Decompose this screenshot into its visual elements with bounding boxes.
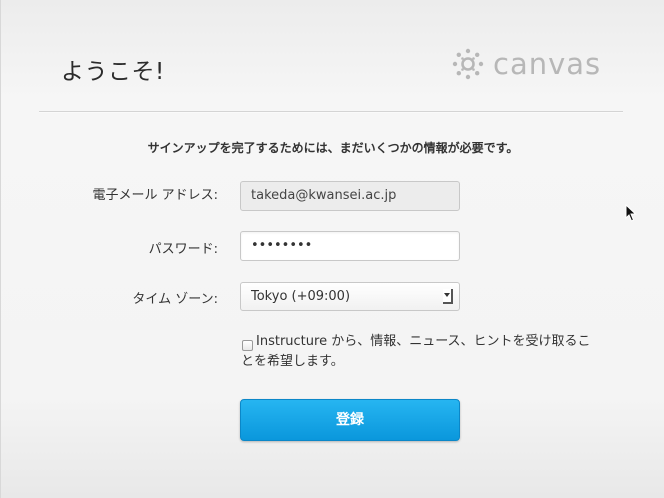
page-title: ようこそ! [61, 59, 165, 85]
canvas-logo-text: canvas [493, 47, 602, 81]
canvas-logo: canvas [452, 44, 601, 84]
canvas-logo-icon [452, 48, 484, 80]
intro-text: サインアップを完了するためには、まだいくつかの情報が必要です。 [147, 141, 519, 155]
mouse-cursor-icon [625, 204, 637, 222]
signup-panel: ようこそ! canvas サインアップを完了するためには、まだいくつかの情報が必… [0, 0, 664, 498]
timezone-select[interactable]: Tokyo (+09:00) [240, 282, 460, 311]
password-field[interactable]: •••••••• [240, 231, 460, 261]
timezone-value: Tokyo (+09:00) [251, 289, 351, 304]
email-field: takeda@kwansei.ac.jp [240, 181, 460, 211]
timezone-label: タイム ゾーン: [132, 292, 218, 307]
optin-label: Instructure から、情報、ニュース、ヒントを受け取ることを希望します。 [241, 334, 591, 369]
email-label: 電子メール アドレス: [92, 188, 218, 203]
optin-checkbox[interactable] [242, 340, 253, 351]
select-arrow-icon [443, 289, 453, 304]
password-label: パスワード: [148, 242, 218, 257]
header-divider [39, 111, 623, 113]
register-button[interactable]: 登録 [240, 399, 460, 441]
